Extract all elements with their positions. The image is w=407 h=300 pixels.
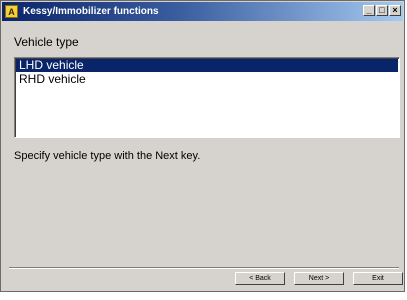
title-bar[interactable]: A Kessy/Immobilizer functions _ □ × — [2, 2, 403, 21]
maximize-button[interactable]: □ — [376, 5, 388, 16]
list-item-rhd-vehicle[interactable]: RHD vehicle — [16, 73, 398, 86]
exit-button[interactable]: Exit — [353, 272, 403, 285]
back-button[interactable]: < Back — [235, 272, 285, 285]
window-controls: _ □ × — [363, 5, 401, 16]
close-button[interactable]: × — [389, 5, 401, 16]
vehicle-type-listbox[interactable]: LHD vehicle RHD vehicle — [14, 57, 400, 138]
window-title: Kessy/Immobilizer functions — [23, 6, 159, 17]
next-button[interactable]: Next > — [294, 272, 344, 285]
minimize-button[interactable]: _ — [363, 5, 375, 16]
footer-separator — [9, 267, 399, 269]
list-item-lhd-vehicle[interactable]: LHD vehicle — [16, 59, 398, 72]
app-icon: A — [5, 5, 18, 18]
dialog-window: A Kessy/Immobilizer functions _ □ × Vehi… — [0, 0, 405, 292]
instruction-text: Specify vehicle type with the Next key. — [14, 150, 201, 162]
page-heading: Vehicle type — [14, 35, 79, 49]
